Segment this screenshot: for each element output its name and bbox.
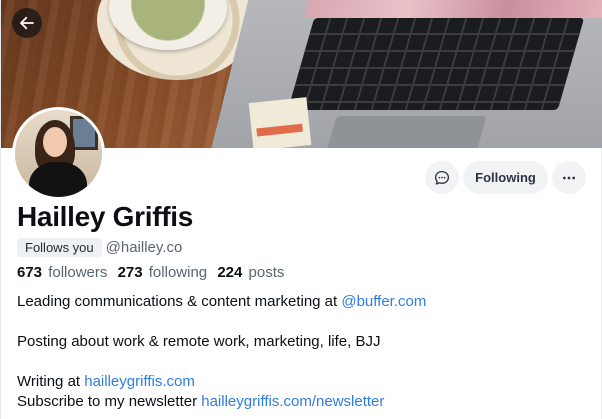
posts-stat: 224 posts: [217, 264, 290, 281]
followers-stat[interactable]: 673 followers: [17, 264, 113, 281]
followers-count: 673: [17, 264, 43, 281]
ellipsis-icon: [563, 176, 575, 179]
following-label: following: [148, 264, 208, 281]
bio-line-3-text: Writing at: [17, 373, 85, 390]
bio-line-1: Leading communications & content marketi…: [17, 292, 587, 312]
profile-panel: Following Hailley Griffis Follows you @h…: [0, 0, 602, 419]
website-link[interactable]: hailleygriffis.com: [84, 373, 195, 390]
profile-bio: Leading communications & content marketi…: [17, 292, 587, 412]
more-options-button[interactable]: [552, 161, 586, 194]
posts-label: posts: [248, 264, 285, 281]
profile-stats: 673 followers 273 following 224 posts: [17, 264, 290, 281]
bio-line-4-text: Subscribe to my newsletter: [17, 393, 202, 410]
handle-row: Follows you @hailley.co: [17, 237, 182, 257]
posts-count: 224: [217, 264, 243, 281]
bio-line-2: Posting about work & remote work, market…: [17, 333, 381, 350]
following-count: 273: [117, 264, 143, 281]
chat-bubble-icon: [434, 170, 450, 185]
follows-you-badge: Follows you: [17, 237, 102, 257]
buffer-mention-link[interactable]: @buffer.com: [341, 293, 426, 310]
message-button[interactable]: [425, 161, 459, 194]
back-button[interactable]: [12, 8, 42, 38]
profile-handle: @hailley.co: [105, 238, 183, 256]
arrow-left-icon: [20, 16, 34, 30]
newsletter-link[interactable]: hailleygriffis.com/newsletter: [201, 393, 384, 410]
bio-line-1-text: Leading communications & content marketi…: [17, 293, 342, 310]
followers-label: followers: [48, 264, 108, 281]
avatar[interactable]: [12, 107, 105, 200]
bio-line-3: Writing at hailleygriffis.com: [17, 372, 587, 392]
bio-line-4: Subscribe to my newsletter hailleygriffi…: [17, 392, 587, 412]
following-stat[interactable]: 273 following: [118, 264, 214, 281]
following-button[interactable]: Following: [463, 161, 548, 194]
profile-name: Hailley Griffis: [17, 201, 194, 232]
